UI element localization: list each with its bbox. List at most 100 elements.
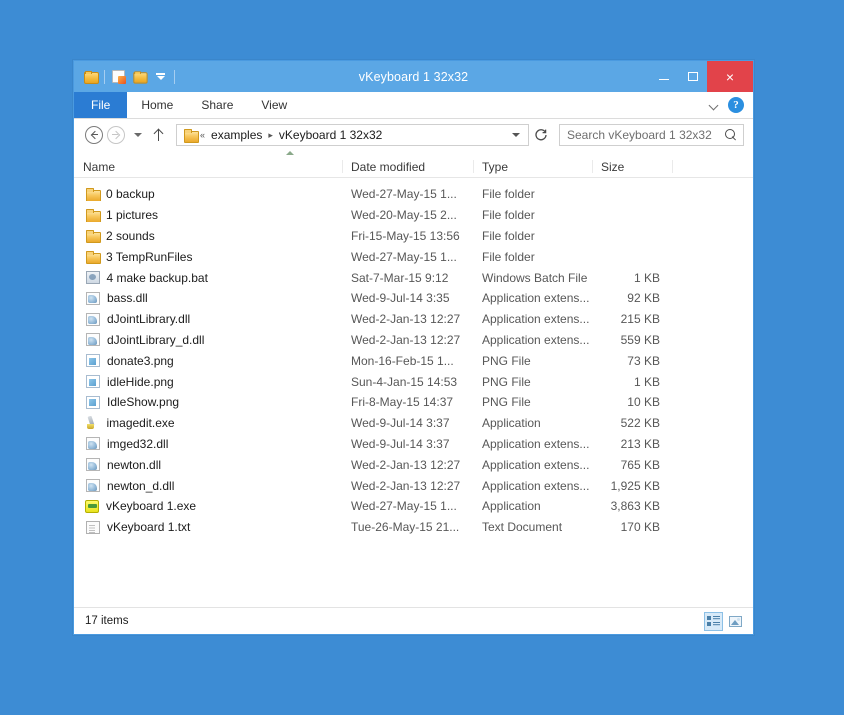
- bat-icon: [86, 271, 100, 284]
- table-row[interactable]: 3 TempRunFilesWed-27-May-15 1...File fol…: [74, 246, 753, 267]
- file-type-cell: File folder: [473, 187, 592, 201]
- file-date-cell: Wed-9-Jul-14 3:35: [342, 291, 473, 305]
- file-explorer-window: vKeyboard 1 32x32 × File Home Share View…: [73, 60, 754, 635]
- back-button[interactable]: [83, 124, 105, 146]
- file-date-cell: Sat-7-Mar-15 9:12: [342, 271, 473, 285]
- new-folder-icon[interactable]: [129, 66, 150, 88]
- file-name-label: IdleShow.png: [107, 395, 179, 409]
- close-button[interactable]: ×: [707, 61, 753, 92]
- file-name-cell[interactable]: bass.dll: [74, 291, 342, 305]
- table-row[interactable]: 2 soundsFri-15-May-15 13:56File folder: [74, 226, 753, 247]
- table-row[interactable]: 1 picturesWed-20-May-15 2...File folder: [74, 205, 753, 226]
- file-name-cell[interactable]: idleHide.png: [74, 375, 342, 389]
- table-row[interactable]: donate3.pngMon-16-Feb-15 1...PNG File73 …: [74, 350, 753, 371]
- file-name-label: vKeyboard 1.exe: [106, 499, 196, 513]
- tab-home[interactable]: Home: [127, 92, 187, 118]
- large-icons-view-button[interactable]: [726, 612, 745, 631]
- file-date-cell: Wed-9-Jul-14 3:37: [342, 416, 473, 430]
- dll-icon: [86, 458, 100, 471]
- file-name-cell[interactable]: vKeyboard 1.txt: [74, 520, 342, 534]
- file-size-cell: 10 KB: [592, 395, 672, 409]
- file-name-cell[interactable]: 1 pictures: [74, 208, 342, 222]
- chevron-down-icon[interactable]: [710, 101, 719, 110]
- table-row[interactable]: 4 make backup.batSat-7-Mar-15 9:12Window…: [74, 267, 753, 288]
- table-row[interactable]: IdleShow.pngFri-8-May-15 14:37PNG File10…: [74, 392, 753, 413]
- tab-share[interactable]: Share: [187, 92, 247, 118]
- column-header-date-modified[interactable]: Date modified: [342, 156, 473, 177]
- table-row[interactable]: 0 backup Wed-27-May-15 1...File folder: [74, 184, 753, 205]
- file-name-cell[interactable]: imagedit.exe: [74, 416, 342, 430]
- breadcrumb[interactable]: « examples ▸ vKeyboard 1 32x32: [176, 124, 529, 146]
- file-date-cell: Wed-27-May-15 1...: [342, 187, 473, 201]
- file-name-cell[interactable]: 4 make backup.bat: [74, 271, 342, 285]
- properties-icon[interactable]: [108, 66, 129, 88]
- file-name-cell[interactable]: newton.dll: [74, 458, 342, 472]
- search-icon[interactable]: [725, 129, 738, 142]
- maximize-button[interactable]: [678, 61, 707, 92]
- table-row[interactable]: dJointLibrary_d.dllWed-2-Jan-13 12:27App…: [74, 330, 753, 351]
- column-header-size[interactable]: Size: [592, 156, 672, 177]
- file-size-cell: 213 KB: [592, 437, 672, 451]
- customize-dropdown-icon[interactable]: [150, 66, 171, 88]
- file-name-label: 0 backup: [106, 187, 155, 201]
- breadcrumb-item-examples[interactable]: examples: [208, 128, 265, 142]
- file-name-cell[interactable]: dJointLibrary.dll: [74, 312, 342, 326]
- file-type-cell: File folder: [473, 250, 592, 264]
- toolbar-divider-2: [174, 70, 175, 84]
- table-row[interactable]: newton_d.dllWed-2-Jan-13 12:27Applicatio…: [74, 475, 753, 496]
- column-header-filler: [672, 156, 753, 177]
- table-row[interactable]: vKeyboard 1.exeWed-27-May-15 1...Applica…: [74, 496, 753, 517]
- breadcrumb-overflow[interactable]: «: [197, 130, 208, 140]
- table-row[interactable]: dJointLibrary.dllWed-2-Jan-13 12:27Appli…: [74, 309, 753, 330]
- file-date-cell: Wed-2-Jan-13 12:27: [342, 479, 473, 493]
- file-name-label: newton_d.dll: [107, 479, 174, 493]
- file-name-cell[interactable]: newton_d.dll: [74, 479, 342, 493]
- file-name-cell[interactable]: 2 sounds: [74, 229, 342, 243]
- file-type-cell: File folder: [473, 208, 592, 222]
- breadcrumb-item-current[interactable]: vKeyboard 1 32x32: [276, 128, 385, 142]
- column-header-type[interactable]: Type: [473, 156, 592, 177]
- tab-file[interactable]: File: [74, 92, 127, 118]
- refresh-button[interactable]: [530, 124, 552, 146]
- file-date-cell: Wed-20-May-15 2...: [342, 208, 473, 222]
- search-placeholder: Search vKeyboard 1 32x32: [567, 128, 712, 142]
- file-name-label: dJointLibrary_d.dll: [107, 333, 204, 347]
- breadcrumb-dropdown-icon[interactable]: [506, 133, 526, 137]
- file-name-label: donate3.png: [107, 354, 174, 368]
- search-input[interactable]: Search vKeyboard 1 32x32: [559, 124, 744, 146]
- file-name-cell[interactable]: IdleShow.png: [74, 395, 342, 409]
- details-view-button[interactable]: [704, 612, 723, 631]
- file-name-cell[interactable]: 3 TempRunFiles: [74, 250, 342, 264]
- table-row[interactable]: bass.dllWed-9-Jul-14 3:35Application ext…: [74, 288, 753, 309]
- file-date-cell: Wed-27-May-15 1...: [342, 250, 473, 264]
- folder-icon[interactable]: [80, 66, 101, 88]
- table-row[interactable]: imagedit.exeWed-9-Jul-14 3:37Application…: [74, 413, 753, 434]
- table-row[interactable]: newton.dllWed-2-Jan-13 12:27Application …: [74, 454, 753, 475]
- dll-icon: [86, 292, 100, 305]
- file-name-cell[interactable]: 0 backup: [74, 187, 342, 201]
- file-type-cell: Text Document: [473, 520, 592, 534]
- file-name-label: newton.dll: [107, 458, 161, 472]
- file-list[interactable]: 0 backupWed-27-May-15 1...File folder1 p…: [74, 178, 753, 607]
- file-name-cell[interactable]: imged32.dll: [74, 437, 342, 451]
- file-size-cell: 1 KB: [592, 375, 672, 389]
- file-name-label: imged32.dll: [107, 437, 168, 451]
- file-name-label: vKeyboard 1.txt: [107, 520, 190, 534]
- file-size-cell: 522 KB: [592, 416, 672, 430]
- forward-button[interactable]: [105, 124, 127, 146]
- column-header-name[interactable]: Name: [74, 156, 342, 177]
- table-row[interactable]: vKeyboard 1.txtTue-26-May-15 21...Text D…: [74, 517, 753, 538]
- help-icon[interactable]: ?: [728, 97, 744, 113]
- file-name-cell[interactable]: dJointLibrary_d.dll: [74, 333, 342, 347]
- breadcrumb-separator[interactable]: ▸: [265, 130, 276, 141]
- recent-locations-button[interactable]: [127, 124, 149, 146]
- dll-icon: [86, 479, 100, 492]
- tab-view[interactable]: View: [247, 92, 301, 118]
- up-button[interactable]: [149, 124, 171, 146]
- table-row[interactable]: imged32.dllWed-9-Jul-14 3:37Application …: [74, 434, 753, 455]
- file-date-cell: Sun-4-Jan-15 14:53: [342, 375, 473, 389]
- table-row[interactable]: idleHide.pngSun-4-Jan-15 14:53PNG File1 …: [74, 371, 753, 392]
- file-name-cell[interactable]: vKeyboard 1.exe: [74, 499, 342, 513]
- file-name-cell[interactable]: donate3.png: [74, 354, 342, 368]
- minimize-button[interactable]: [649, 61, 678, 92]
